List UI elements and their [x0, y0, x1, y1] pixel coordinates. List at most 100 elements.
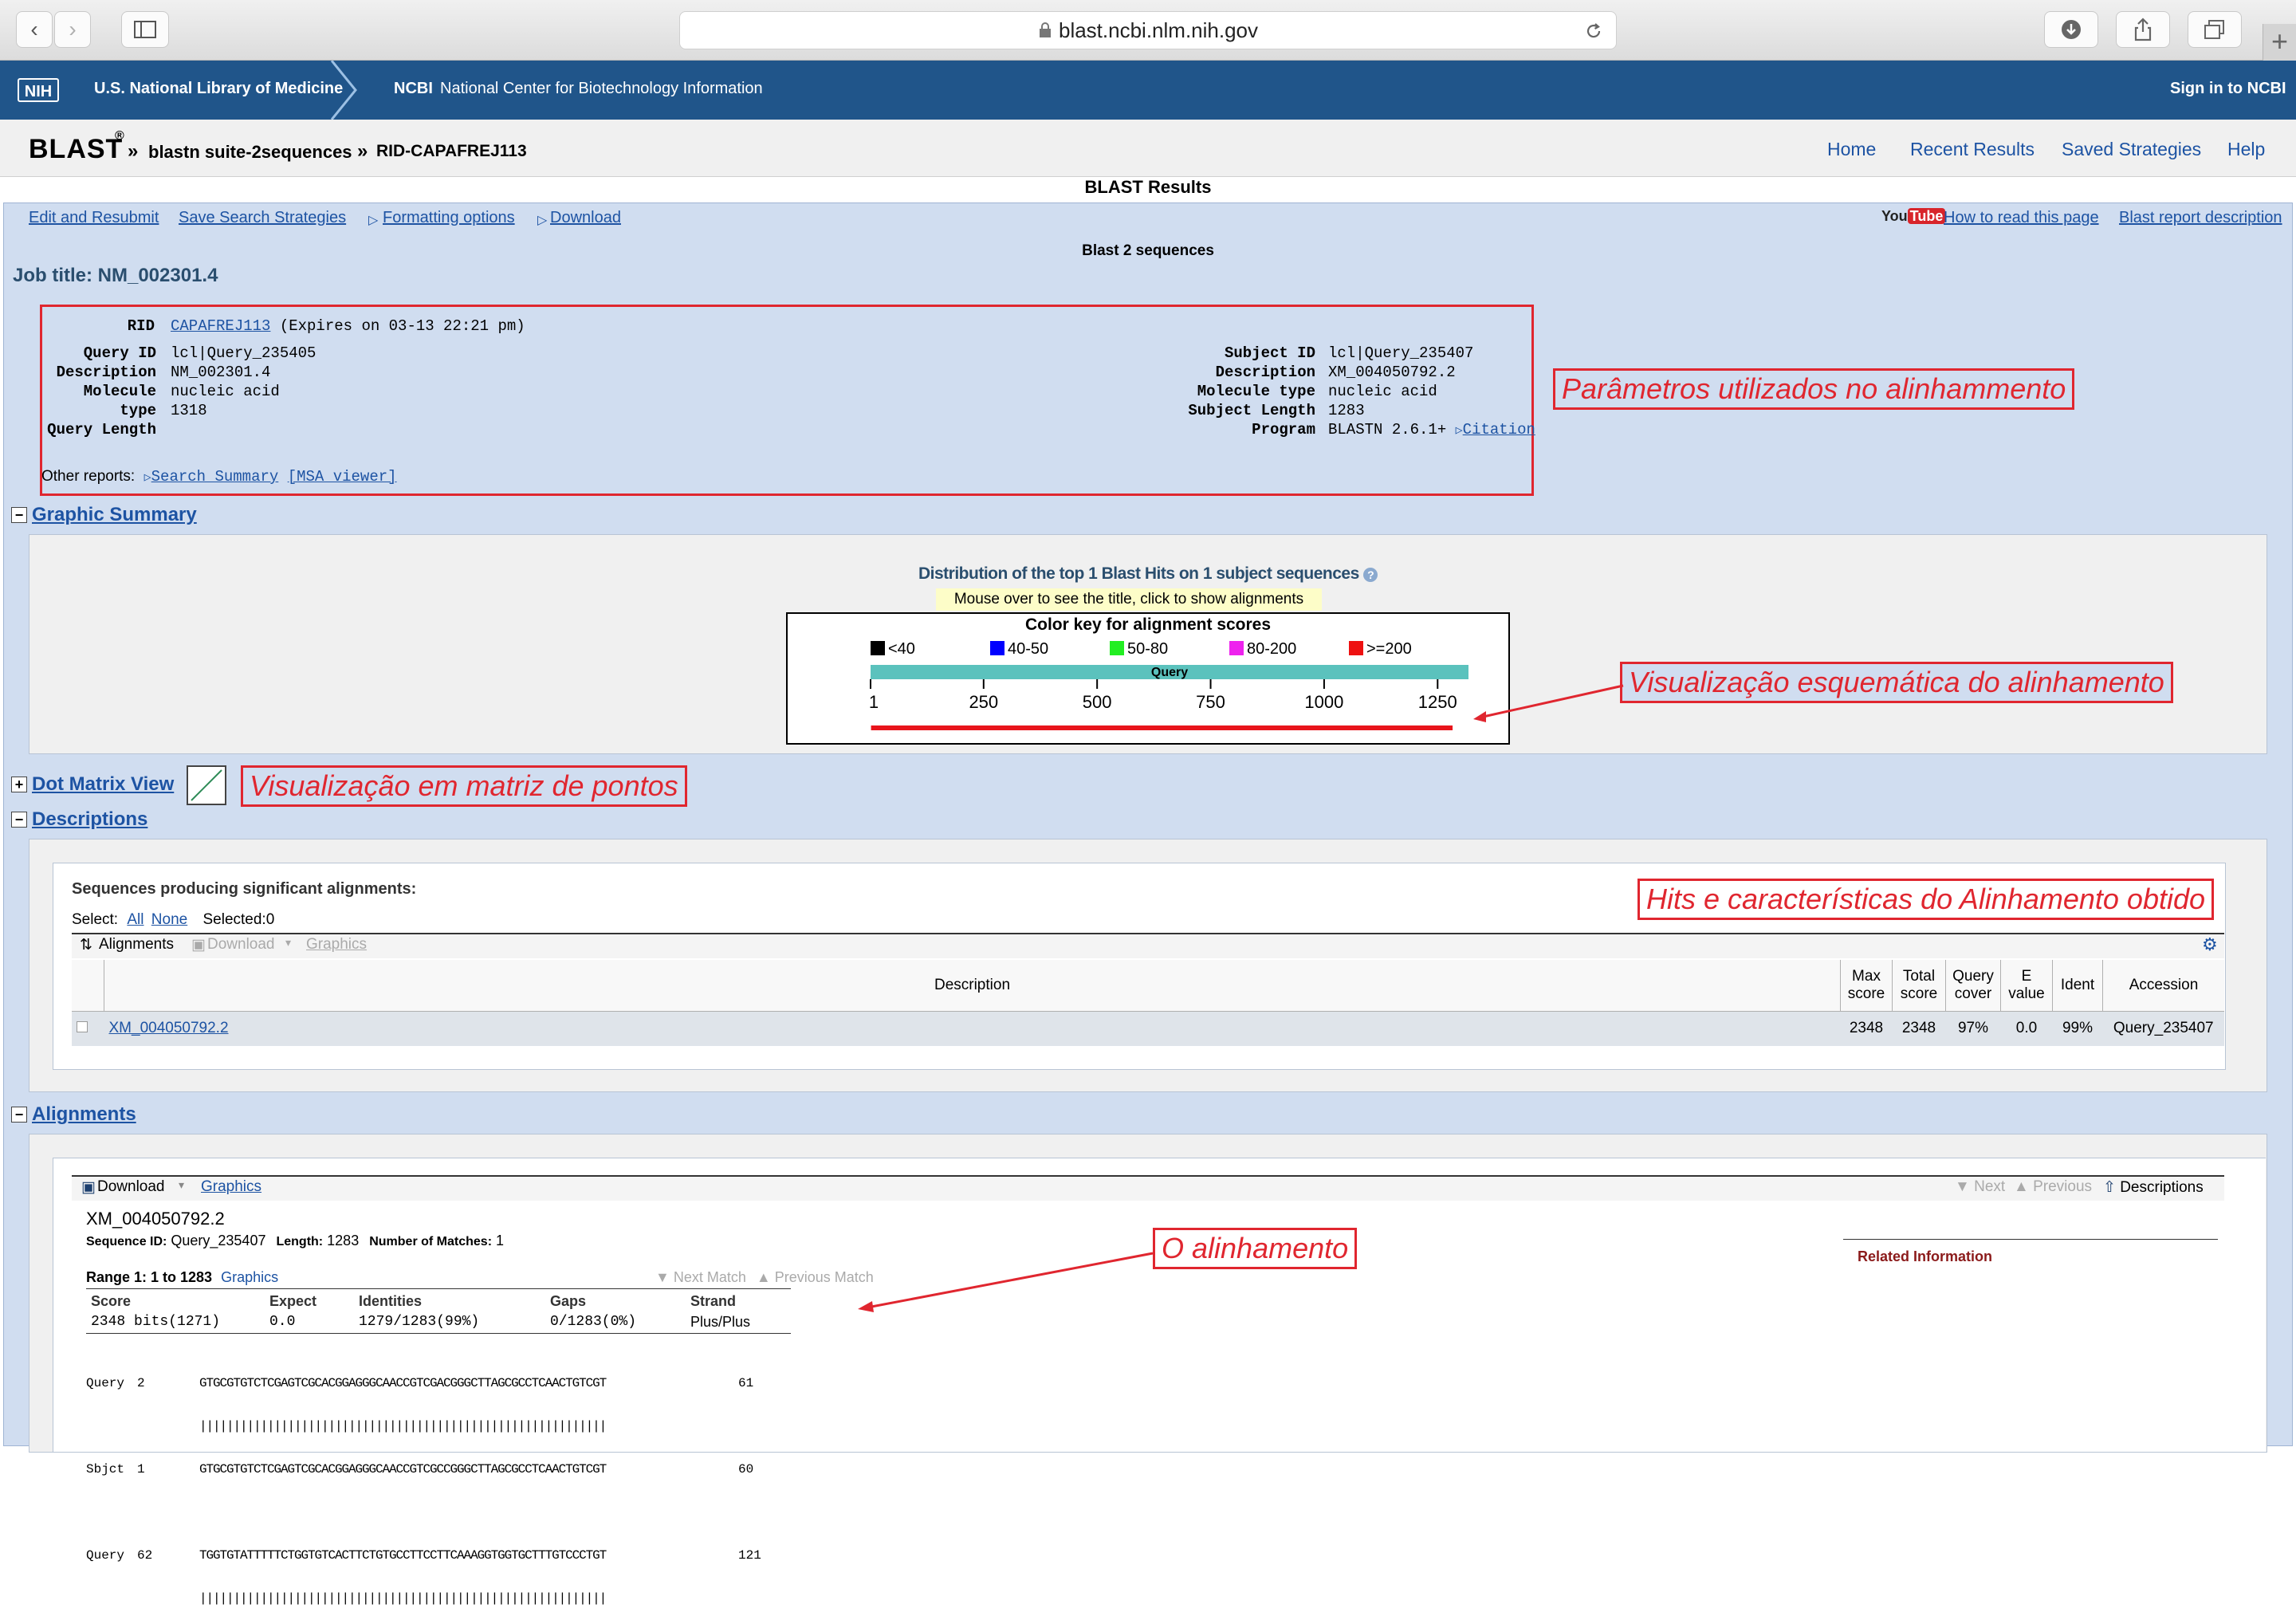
alignments-download[interactable]: Download [97, 1178, 165, 1196]
save-search-strategies-link[interactable]: Save Search Strategies [179, 209, 346, 227]
column-total-score[interactable]: Total score [1892, 960, 1946, 1011]
next-match[interactable]: ▼ Next Match [655, 1269, 746, 1285]
tabs-overview-button[interactable] [2188, 11, 2242, 48]
help-icon[interactable]: ? [1363, 568, 1378, 582]
select-none-link[interactable]: None [151, 911, 187, 928]
blast-logo[interactable]: BLAST [29, 134, 123, 165]
previous-alignment[interactable]: ▲ Previous [2014, 1178, 2092, 1196]
range-label: Range 1: 1 to 1283 [86, 1269, 213, 1285]
formatting-options-link[interactable]: Formatting options [383, 209, 515, 227]
annotation-schematic: Visualização esquemática do alinhamento [1620, 662, 2173, 703]
job-title: Job title: NM_002301.4 [13, 265, 218, 286]
column-accession[interactable]: Accession [2103, 960, 2225, 1011]
collapse-icon[interactable]: − [11, 1107, 27, 1123]
column-description[interactable]: Description [104, 960, 1841, 1011]
next-alignment[interactable]: ▼ Next [1955, 1178, 2005, 1196]
row-checkbox[interactable] [77, 1021, 88, 1033]
nav-recent-results[interactable]: Recent Results [1910, 139, 2035, 160]
msa-viewer-link[interactable]: [MSA viewer] [288, 468, 397, 486]
sidebar-toggle-button[interactable] [121, 11, 169, 48]
program-row: BLASTN 2.6.1+ ▷Citation [1328, 420, 1535, 441]
row-description-link[interactable]: XM_004050792.2 [109, 1020, 229, 1036]
match-bars: ||||||||||||||||||||||||||||||||||||||||… [199, 1591, 607, 1606]
column-line: Query [1952, 967, 1994, 985]
report-description-link[interactable]: Blast report description [2119, 209, 2282, 227]
ncbi-full-name[interactable]: National Center for Biotechnology Inform… [440, 80, 763, 98]
column-line: E [2021, 967, 2032, 985]
registered-mark: ® [115, 129, 124, 143]
triangle-right-icon: ▷ [537, 214, 548, 227]
select-all-link[interactable]: All [127, 911, 144, 928]
how-to-read-link[interactable]: How to read this page [1944, 209, 2099, 227]
table-row[interactable]: XM_004050792.2 2348 2348 97% 0.0 99% Que… [72, 1011, 2224, 1046]
stats-expect-header: Expect [269, 1293, 317, 1309]
citation-link[interactable]: Citation [1463, 421, 1535, 438]
search-summary-link[interactable]: Search Summary [151, 468, 279, 486]
nlm-link[interactable]: U.S. National Library of Medicine [94, 80, 343, 98]
nih-logo[interactable]: NIH [18, 78, 59, 102]
stats-divider [86, 1288, 791, 1289]
breadcrumb-program[interactable]: blastn suite-2sequences [148, 142, 352, 163]
line-end: 60 [738, 1462, 754, 1476]
collapse-icon[interactable]: − [11, 507, 27, 523]
column-query-cover[interactable]: Query cover [1945, 960, 2001, 1011]
color-key-chart[interactable]: Color key for alignment scores <40 40-50 50… [786, 612, 1510, 745]
collapse-icon[interactable]: − [11, 812, 27, 828]
column-ident[interactable]: Ident [2052, 960, 2103, 1011]
chevron-right-icon: › [69, 17, 77, 41]
new-tab-button[interactable]: + [2263, 24, 2296, 61]
graphic-summary-header[interactable]: Graphic Summary [32, 504, 197, 526]
column-e-value[interactable]: Evalue [2000, 960, 2053, 1011]
select-label: Select: [72, 911, 119, 928]
stats-strand-value: Plus/Plus [690, 1314, 751, 1330]
axis-tick-label: 1250 [1418, 692, 1457, 712]
edit-resubmit-link[interactable]: Edit and Resubmit [29, 209, 159, 227]
sequence-info-row: Sequence ID: Query_235407 Length: 1283 N… [86, 1233, 504, 1249]
row-query-cover: 97% [1957, 1020, 1989, 1037]
reload-icon[interactable] [1584, 22, 1603, 41]
youtube-icon[interactable]: You Tube [1881, 208, 1946, 229]
nav-home[interactable]: Home [1827, 139, 1876, 160]
nav-help[interactable]: Help [2227, 139, 2265, 160]
query-values: lcl|Query_235405 NM_002301.4 nucleic aci… [171, 344, 316, 420]
annotation-dotmatrix: Visualização em matriz de pontos [241, 765, 687, 807]
expand-icon[interactable]: + [11, 777, 27, 792]
nav-saved-strategies[interactable]: Saved Strategies [2062, 139, 2201, 160]
ncbi-abbr[interactable]: NCBI [394, 80, 433, 98]
download-link[interactable]: Download [550, 209, 621, 227]
settings-gear-icon[interactable]: ⚙ [2202, 934, 2218, 955]
row-accession: Query_235407 [2113, 1020, 2214, 1037]
dot-matrix-header[interactable]: Dot Matrix View [32, 773, 174, 796]
range-row: Range 1: 1 to 1283 Graphics [86, 1269, 278, 1286]
line-sequence: TGGTGTATTTTTCTGGTGTCACTTCTGTGCCTTCCTTCAA… [199, 1548, 607, 1563]
descriptions-header[interactable]: Descriptions [32, 808, 147, 831]
color-key-swatch [1229, 641, 1244, 655]
subject-description-value: XM_004050792.2 [1328, 364, 1456, 381]
column-max-score[interactable]: Max score [1840, 960, 1893, 1011]
descriptions-nav[interactable]: ⇧ Descriptions [2103, 1178, 2204, 1197]
dot-matrix-thumbnail-icon[interactable] [187, 765, 226, 805]
axis-tick-label: 750 [1196, 692, 1225, 712]
back-button[interactable]: ‹ [16, 11, 53, 48]
range-graphics-link[interactable]: Graphics [221, 1269, 278, 1285]
sign-in-link[interactable]: Sign in to NCBI [2170, 80, 2286, 98]
alignments-toolbar: ▣ Download ▾ Graphics ▼ Next ▲ Previous … [72, 1177, 2224, 1201]
alignments-toggle[interactable]: Alignments [99, 936, 174, 954]
subject-description-label: Description [1215, 364, 1315, 381]
column-line: score [1900, 985, 1938, 1002]
annotation-alignment: O alinhamento [1153, 1228, 1358, 1269]
rid-link[interactable]: CAPAFREJ113 [171, 317, 270, 335]
previous-match[interactable]: ▲ Previous Match [757, 1269, 874, 1285]
address-bar[interactable]: blast.ncbi.nlm.nih.gov [679, 11, 1617, 49]
color-key-label: 80-200 [1247, 640, 1296, 658]
alignments-header[interactable]: Alignments [32, 1103, 136, 1126]
downloads-button[interactable] [2044, 11, 2098, 48]
descriptions-download[interactable]: Download [207, 936, 275, 954]
share-button[interactable] [2116, 11, 2170, 48]
program-value: BLASTN 2.6.1+ [1328, 421, 1447, 438]
forward-button[interactable]: › [54, 11, 91, 48]
color-key-swatch [1110, 641, 1124, 655]
query-molecule-label: Molecule type [83, 383, 156, 419]
alignments-graphics[interactable]: Graphics [201, 1178, 261, 1196]
descriptions-graphics[interactable]: Graphics [306, 936, 367, 954]
